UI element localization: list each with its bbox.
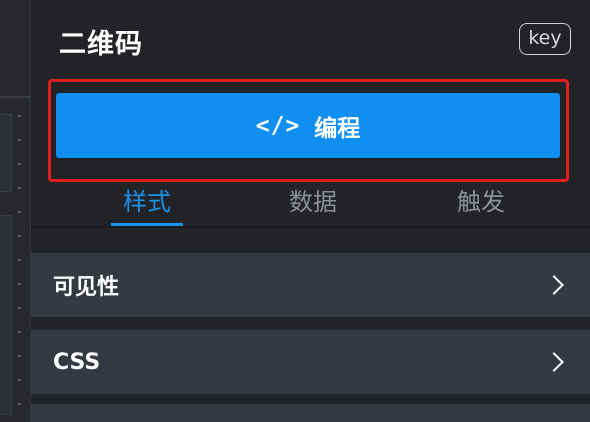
section-css[interactable]: CSS bbox=[31, 330, 590, 394]
canvas-widget[interactable] bbox=[0, 215, 12, 415]
code-icon: </> bbox=[255, 112, 301, 139]
section-label: CSS bbox=[53, 349, 101, 375]
app-root: 二维码 key </> 编程 样式 数据 触发 可见性 CSS bbox=[0, 0, 590, 422]
canvas-divider bbox=[0, 96, 30, 98]
tab-trigger[interactable]: 触发 bbox=[445, 184, 517, 224]
section-label: 可见性 bbox=[53, 275, 120, 300]
key-badge[interactable]: key bbox=[519, 23, 571, 55]
panel-title: 二维码 bbox=[59, 29, 143, 60]
properties-panel: 二维码 key </> 编程 样式 数据 触发 可见性 CSS bbox=[30, 0, 590, 422]
tab-style[interactable]: 样式 bbox=[111, 184, 183, 224]
canvas-left-strip bbox=[0, 0, 30, 422]
section-next[interactable] bbox=[31, 404, 590, 422]
highlight-frame: </> 编程 bbox=[48, 79, 569, 182]
canvas-widget[interactable] bbox=[0, 114, 12, 192]
section-visibility[interactable]: 可见性 bbox=[31, 253, 590, 317]
chevron-right-icon bbox=[544, 275, 564, 295]
tab-bar: 样式 数据 触发 bbox=[31, 182, 590, 228]
tab-bar-divider bbox=[31, 226, 590, 228]
code-button-label: 编程 bbox=[314, 115, 361, 142]
ruler-ticks bbox=[18, 115, 21, 422]
tab-data[interactable]: 数据 bbox=[277, 184, 349, 224]
chevron-right-icon bbox=[544, 352, 564, 372]
code-program-button[interactable]: </> 编程 bbox=[56, 93, 560, 158]
